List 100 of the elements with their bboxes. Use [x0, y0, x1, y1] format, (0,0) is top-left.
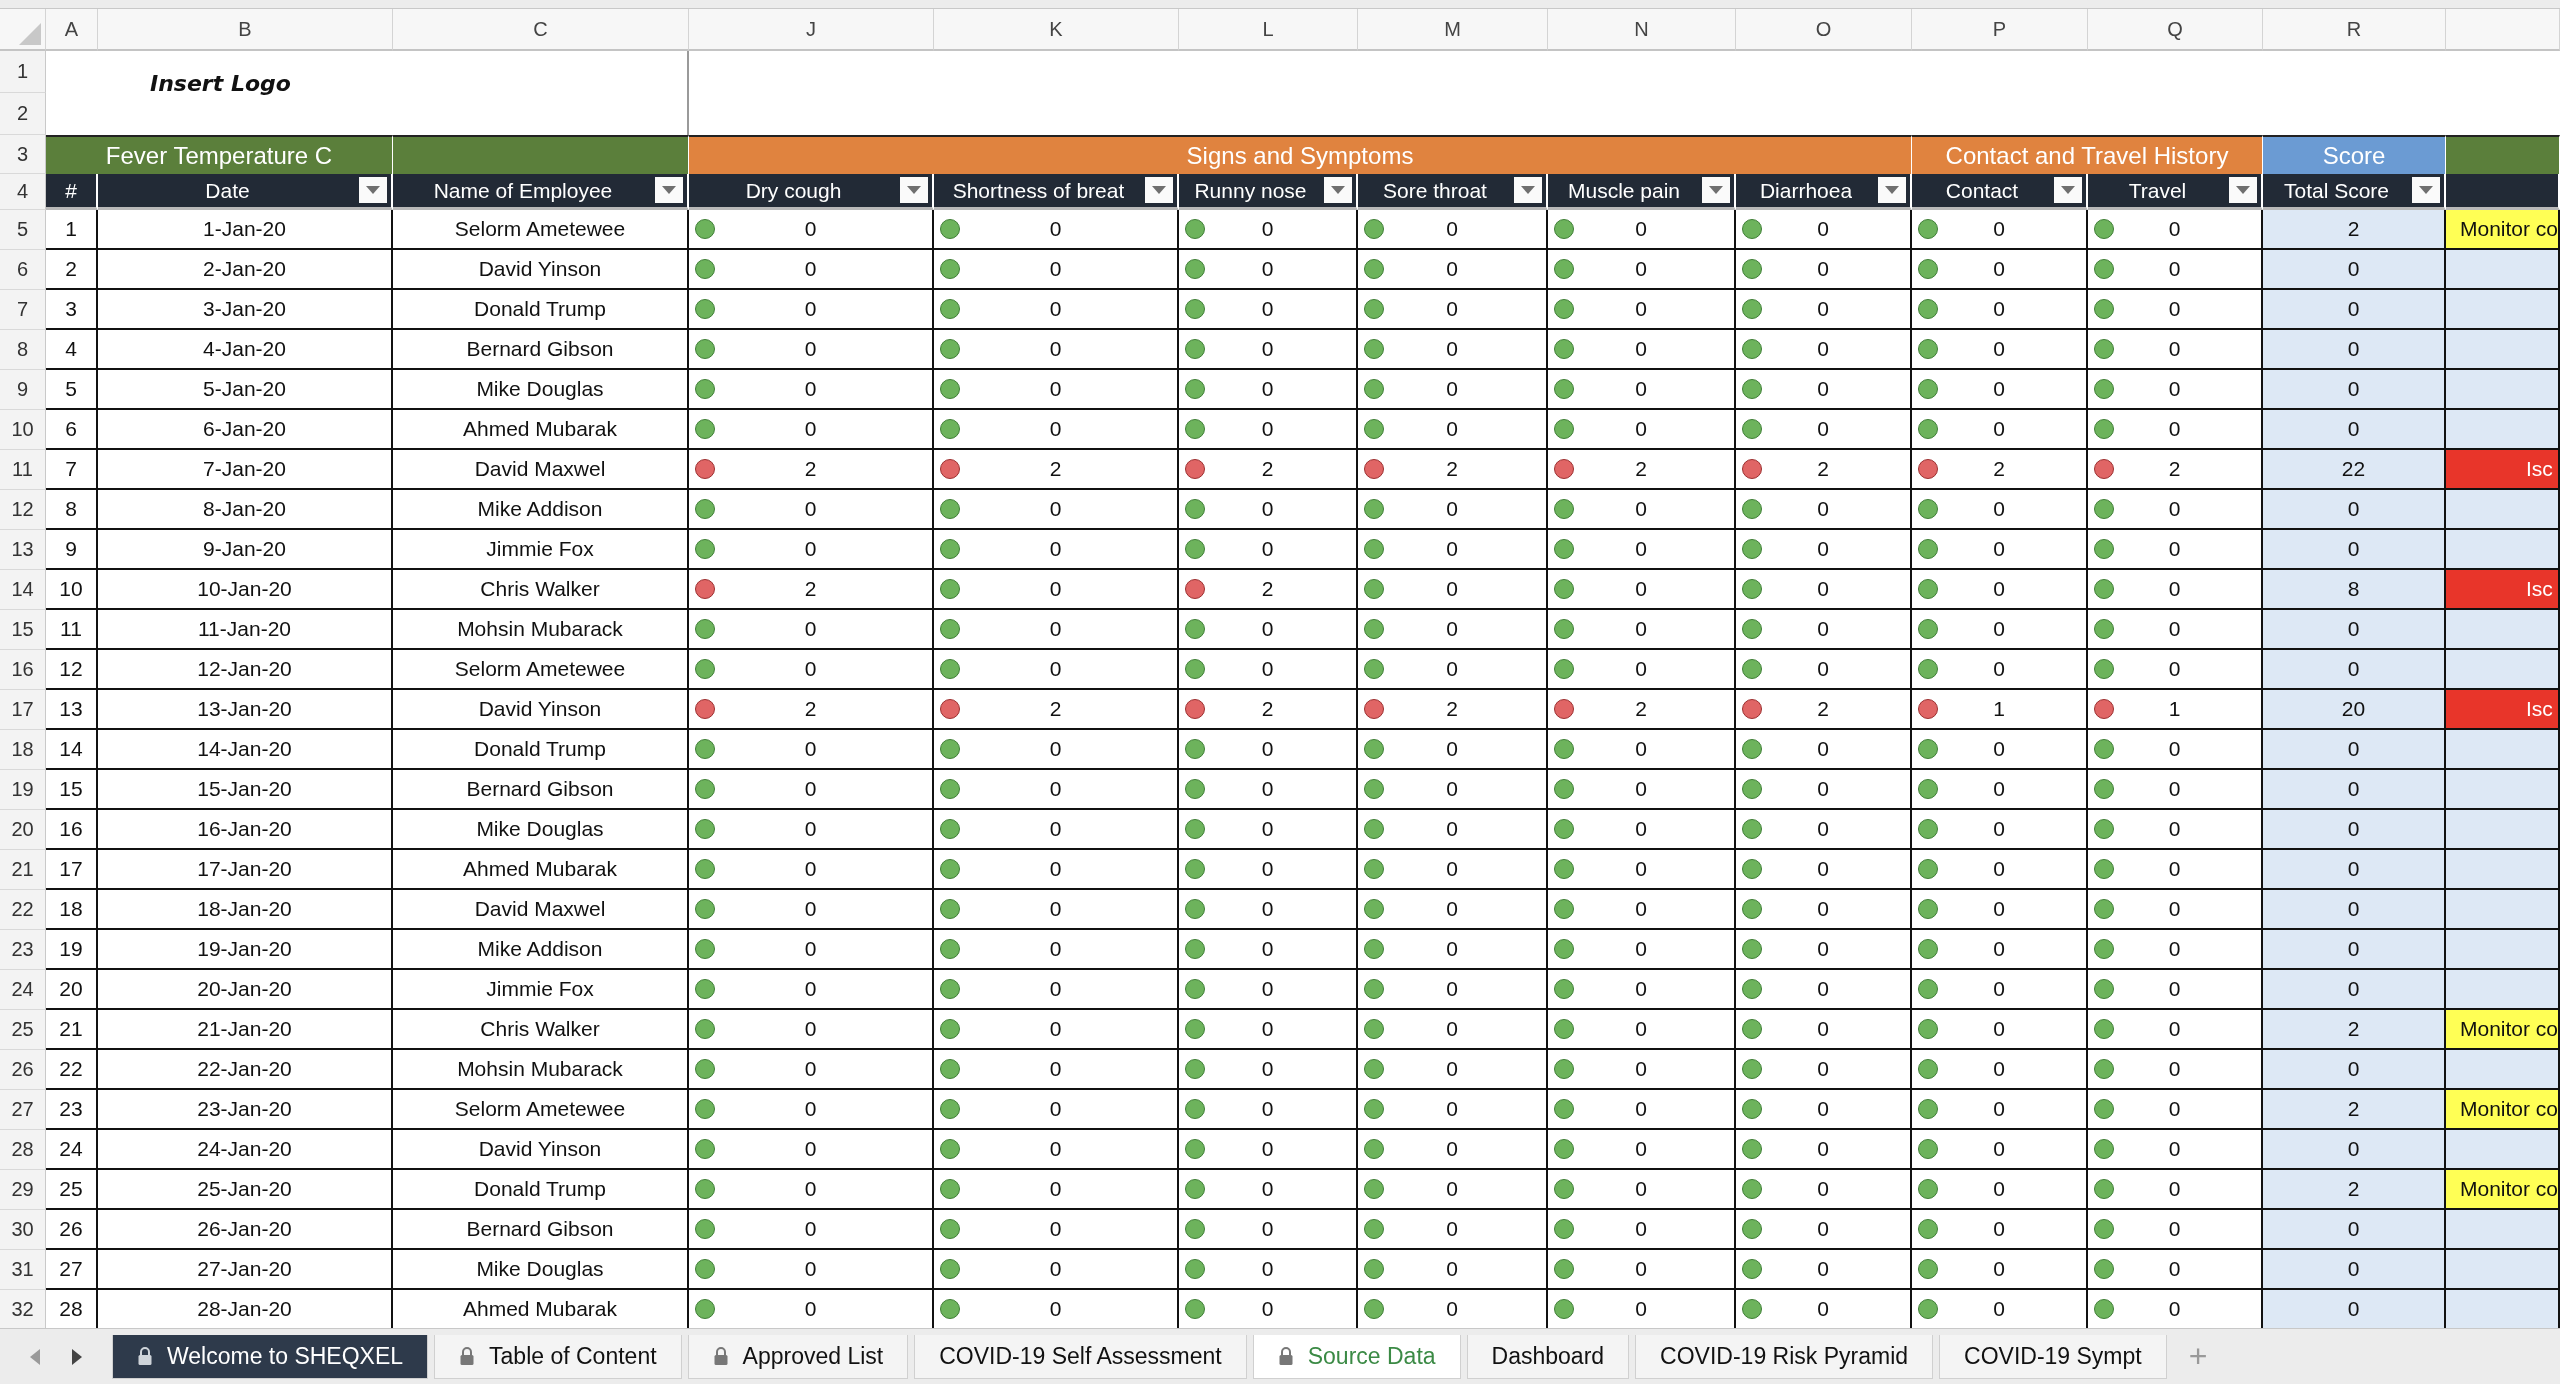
row-header[interactable]: 2 [0, 93, 46, 135]
table-cell-text: 0 [1634, 857, 1648, 881]
table-cell-text: 0 [1260, 417, 1275, 441]
row-header[interactable]: 16 [0, 650, 46, 690]
column-header[interactable]: K [934, 9, 1179, 51]
table-cell: David Maxwel [393, 450, 689, 490]
row-header[interactable]: 12 [0, 490, 46, 530]
row-header[interactable]: 29 [0, 1170, 46, 1210]
table-cell-text: 0 [1634, 417, 1648, 441]
row-header[interactable]: 1 [0, 51, 46, 93]
row-header[interactable]: 4 [0, 174, 46, 210]
column-title: Dry cough [745, 178, 842, 203]
filter-dropdown-button[interactable] [1324, 177, 1352, 203]
row-header[interactable]: 9 [0, 370, 46, 410]
table-cell: Mike Addison [393, 490, 689, 530]
row-header[interactable]: 20 [0, 810, 46, 850]
row-header[interactable]: 5 [0, 210, 46, 250]
column-header[interactable]: P [1912, 9, 2088, 51]
sheet-tab[interactable]: Approved List [687, 1334, 909, 1379]
row-header[interactable]: 15 [0, 610, 46, 650]
row-header[interactable]: 22 [0, 890, 46, 930]
row-header[interactable]: 30 [0, 1210, 46, 1250]
filter-dropdown-button[interactable] [1878, 177, 1906, 203]
row-header[interactable]: 7 [0, 290, 46, 330]
table-cell-text: 0 [1992, 1257, 2006, 1281]
filter-dropdown-button[interactable] [1145, 177, 1173, 203]
row-header[interactable]: 3 [0, 135, 46, 174]
column-header[interactable]: N [1548, 9, 1736, 51]
column-header[interactable]: O [1736, 9, 1912, 51]
table-cell-text: 0 [1992, 297, 2006, 321]
row-header[interactable]: 13 [0, 530, 46, 570]
table-cell-text: 0 [1634, 537, 1648, 561]
table-cell-text: 0 [2167, 977, 2182, 1001]
sheet-tab[interactable]: Welcome to SHEQXEL [112, 1334, 429, 1379]
column-header[interactable]: B [98, 9, 393, 51]
filter-dropdown-button[interactable] [359, 177, 387, 203]
table-cell-text: 0 [1260, 297, 1275, 321]
sheet-tab[interactable]: Source Data [1252, 1334, 1461, 1379]
row-header[interactable]: 23 [0, 930, 46, 970]
column-header[interactable]: L [1179, 9, 1358, 51]
table-cell-text: 0 [1634, 1097, 1648, 1121]
table-cell-text: 0 [1445, 537, 1459, 561]
filter-dropdown-button[interactable] [1514, 177, 1542, 203]
caret-icon [1330, 185, 1346, 195]
column-header[interactable]: Q [2088, 9, 2263, 51]
row-header[interactable]: 8 [0, 330, 46, 370]
filter-dropdown-button[interactable] [900, 177, 928, 203]
row-header[interactable]: 24 [0, 970, 46, 1010]
column-header[interactable]: A [46, 9, 98, 51]
row-header[interactable]: 14 [0, 570, 46, 610]
table-cell-text: 0 [1816, 857, 1830, 881]
filter-dropdown-button[interactable] [2054, 177, 2082, 203]
table-cell-text: 0 [1816, 817, 1830, 841]
row-header[interactable]: 19 [0, 770, 46, 810]
sheet-tab[interactable]: COVID-19 Sympt [1939, 1334, 2167, 1379]
table-cell: 20 [2263, 690, 2446, 730]
row-header[interactable]: 6 [0, 250, 46, 290]
column-header[interactable]: C [393, 9, 689, 51]
row-header[interactable]: 25 [0, 1010, 46, 1050]
next-sheet-icon[interactable] [70, 1347, 84, 1366]
row-header[interactable]: 11 [0, 450, 46, 490]
row-header[interactable]: 32 [0, 1290, 46, 1328]
table-cell-text: 0 [1992, 817, 2006, 841]
column-header[interactable]: M [1358, 9, 1548, 51]
column-header[interactable]: J [689, 9, 934, 51]
table-cell-text: 0 [2167, 257, 2182, 281]
table-cell-text: 0 [1816, 497, 1830, 521]
row-header[interactable]: 28 [0, 1130, 46, 1170]
table-cell-text: 0 [1445, 657, 1459, 681]
sheet-tab[interactable]: COVID-19 Risk Pyramid [1635, 1334, 1934, 1379]
table-cell-text: 0 [1048, 537, 1063, 561]
column-header[interactable]: R [2263, 9, 2446, 51]
row-header[interactable]: 26 [0, 1050, 46, 1090]
column-title: Diarrhoea [1759, 178, 1853, 203]
filter-dropdown-button[interactable] [655, 177, 683, 203]
table-cell-text: 0 [803, 897, 818, 921]
table-cell: 23 [46, 1090, 98, 1130]
table-cell-text: 2 [803, 457, 818, 481]
row-header[interactable]: 21 [0, 850, 46, 890]
row-header[interactable]: 17 [0, 690, 46, 730]
table-cell-text: 0 [1816, 537, 1830, 561]
filter-dropdown-button[interactable] [2229, 177, 2257, 203]
filter-dropdown-button[interactable] [1702, 177, 1730, 203]
table-cell-text: 0 [1992, 1177, 2006, 1201]
group-header: Contact and Travel History [1912, 135, 2263, 174]
table-cell-text: 0 [1445, 737, 1459, 761]
row-header[interactable]: 18 [0, 730, 46, 770]
filter-dropdown-button[interactable] [2412, 177, 2440, 203]
sheet-tab[interactable]: Dashboard [1466, 1334, 1630, 1379]
status-cell: Isc [2446, 570, 2560, 610]
table-cell-text: 0 [1816, 577, 1830, 601]
sheet-tab[interactable]: Table of Content [434, 1334, 682, 1379]
lock-icon [137, 1346, 153, 1366]
sheet-tab[interactable]: COVID-19 Self Assessment [914, 1334, 1247, 1379]
caret-icon [1151, 185, 1167, 195]
row-header[interactable]: 27 [0, 1090, 46, 1130]
row-header[interactable]: 10 [0, 410, 46, 450]
table-cell-text: 0 [1048, 417, 1063, 441]
row-header[interactable]: 31 [0, 1250, 46, 1290]
table-cell-text: 0 [1048, 1177, 1063, 1201]
